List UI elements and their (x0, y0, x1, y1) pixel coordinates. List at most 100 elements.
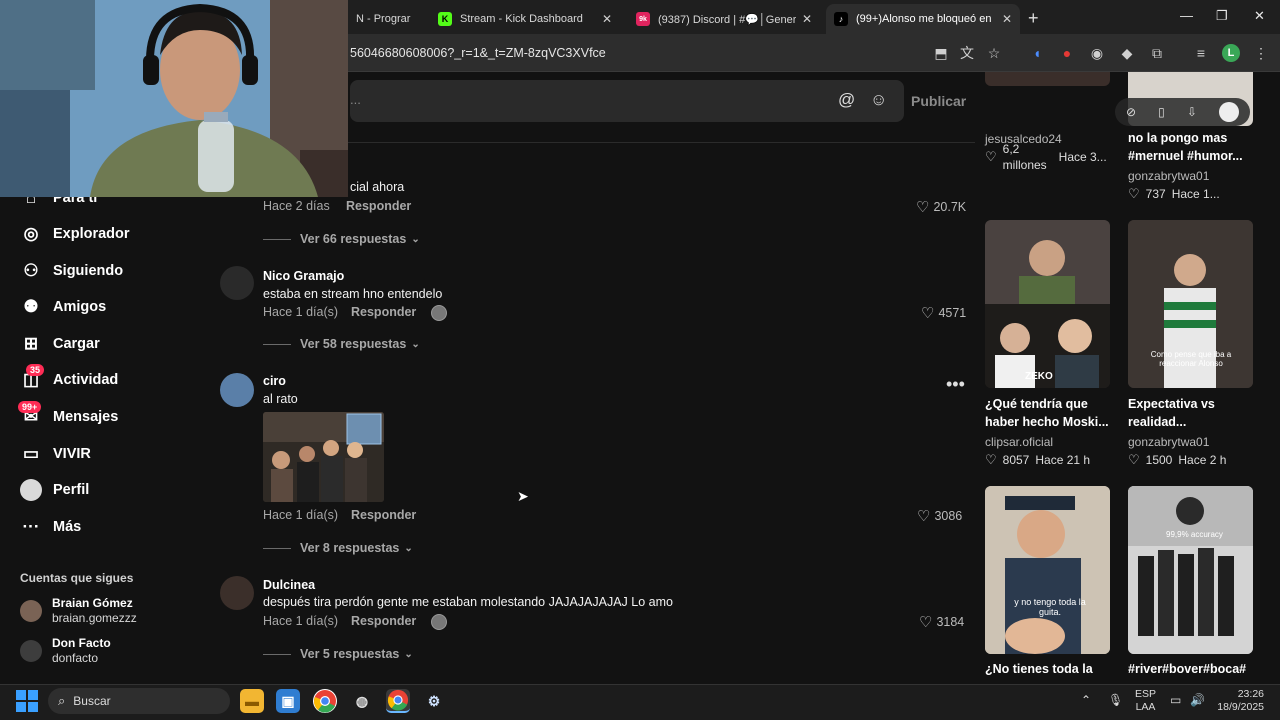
video-title[interactable]: #river#bover#boca# (1128, 660, 1263, 678)
like-count: 4571 (938, 306, 967, 320)
reply-button[interactable]: Responder (351, 508, 416, 522)
view-replies-button[interactable]: Ver 66 respuestas ⌄ (263, 232, 420, 246)
media-control-icon[interactable]: ≡ (1192, 44, 1210, 62)
like-button[interactable]: ♡ 4571 (921, 304, 966, 322)
nav-item-explorador[interactable]: ◎ Explorador (20, 220, 130, 248)
like-button[interactable]: ♡ 3086 (917, 507, 962, 525)
extensions-puzzle-icon[interactable]: ⧉ (1148, 44, 1166, 62)
view-replies-button[interactable]: Ver 8 respuestas ⌄ (263, 541, 413, 555)
reply-button[interactable]: Responder (351, 614, 416, 628)
tab-discord[interactable]: 9k (9387) Discord | #💬│General ✕ (628, 4, 820, 34)
close-tab-icon[interactable]: ✕ (802, 12, 812, 26)
video-thumbnail[interactable]: ZEKO (985, 220, 1110, 388)
new-tab-button[interactable]: + (1028, 8, 1039, 29)
nav-item-vivir[interactable]: ▭ VIVIR (20, 440, 91, 468)
nav-item-siguiendo[interactable]: ⚇ Siguiendo (20, 257, 123, 285)
taskbar-search[interactable]: ⌕ Buscar (48, 688, 230, 714)
steam-icon[interactable]: ⚙ (422, 689, 446, 713)
comment-photo[interactable] (263, 412, 384, 502)
nav-item-perfil[interactable]: Perfil (20, 476, 89, 504)
install-app-icon[interactable]: ⬒ (932, 44, 950, 62)
following-account[interactable]: Don Facto donfacto (20, 634, 111, 668)
extension-icon[interactable]: ◆ (1118, 44, 1136, 62)
following-account[interactable]: Braian Gómez braian.gomezzz (20, 594, 137, 628)
video-title[interactable]: Expectativa vs realidad... (1128, 395, 1263, 431)
network-icon[interactable]: ▭ (1170, 693, 1181, 707)
chrome-menu-icon[interactable]: ⋮ (1252, 44, 1270, 62)
comment-author[interactable]: Nico Gramajo (263, 269, 344, 283)
download-icon[interactable]: ⇩ (1187, 105, 1197, 119)
view-replies-label: Ver 58 respuestas (300, 337, 407, 351)
comment-author[interactable]: Dulcinea (263, 578, 315, 592)
link-icon[interactable]: ⊘ (1126, 105, 1136, 119)
tab-kick-dashboard[interactable]: K Stream - Kick Dashboard ✕ (430, 4, 620, 34)
photos-app-icon[interactable]: ▣ (276, 689, 300, 713)
address-bar-url[interactable]: 56046680608006?_r=1&_t=ZM-8zqVC3XVfce (350, 46, 606, 60)
nav-item-cargar[interactable]: ⊞ Cargar (20, 330, 100, 358)
tray-chevron-up-icon[interactable]: ⌃ (1081, 693, 1091, 707)
bookmark-star-icon[interactable]: ☆ (985, 44, 1003, 62)
volume-icon[interactable]: 🔊 (1190, 693, 1205, 707)
profile-avatar[interactable]: L (1222, 44, 1240, 62)
like-button[interactable]: ♡ 3184 (919, 613, 964, 631)
reply-button[interactable]: Responder (346, 199, 411, 213)
heart-icon: ♡ (1128, 186, 1140, 201)
extension-icon[interactable]: ◖ (1028, 44, 1046, 62)
minimize-icon[interactable]: — (1180, 8, 1193, 23)
video-thumbnail[interactable] (985, 72, 1110, 86)
extension-icon[interactable]: ● (1058, 44, 1076, 62)
extension-icon[interactable]: ◉ (1088, 44, 1106, 62)
video-user[interactable]: gonzabrytwa01 (1128, 435, 1209, 449)
chrome-active-icon[interactable] (386, 689, 410, 713)
avatar[interactable] (220, 373, 254, 407)
video-user[interactable]: clipsar.oficial (985, 435, 1053, 449)
nav-item-mas[interactable]: ··· Más (20, 513, 82, 541)
translate-icon[interactable]: 文 (958, 44, 976, 62)
view-replies-button[interactable]: Ver 58 respuestas ⌄ (263, 337, 420, 351)
reply-button[interactable]: Responder (351, 305, 416, 319)
view-replies-button[interactable]: Ver 5 respuestas ⌄ (263, 647, 413, 661)
phone-icon[interactable]: ▯ (1158, 105, 1165, 119)
video-title[interactable]: no la pongo mas #mernuel #humor... (1128, 129, 1263, 165)
windows-start-icon[interactable] (16, 690, 38, 712)
video-title[interactable]: ¿Qué tendría que haber hecho Moski... (985, 395, 1120, 431)
close-tab-icon[interactable]: ✕ (602, 12, 612, 26)
nav-item-actividad[interactable]: ◫ Actividad 35 (20, 364, 118, 394)
tab-programming[interactable]: N - Prograr (348, 4, 428, 34)
comment-author[interactable]: ciro (263, 374, 286, 388)
close-tab-icon[interactable]: ✕ (1002, 12, 1012, 26)
microphone-icon[interactable]: 🎙 (1108, 693, 1123, 707)
like-button[interactable]: ♡ 20.7K (916, 198, 966, 216)
nav-item-amigos[interactable]: ⚉ Amigos (20, 293, 106, 321)
tab-tiktok-active[interactable]: ♪ (99+)Alonso me bloqueó en Ti ✕ (826, 4, 1020, 34)
avatar[interactable] (220, 266, 254, 300)
chrome-icon[interactable] (313, 689, 337, 713)
chevron-down-icon: ⌄ (411, 233, 420, 245)
video-thumbnail[interactable]: Como pense que iba a reaccionar Alonso (1128, 220, 1253, 388)
more-options-icon[interactable]: ••• (946, 374, 965, 395)
avatar[interactable] (1218, 102, 1239, 122)
tab-label: N - Prograr (356, 13, 411, 25)
account-handle: donfacto (52, 651, 99, 665)
clock[interactable]: 23:26 18/9/2025 (1214, 688, 1264, 714)
file-explorer-icon[interactable]: ▬ (240, 689, 264, 713)
avatar (20, 640, 42, 662)
video-user[interactable]: gonzabrytwa01 (1128, 169, 1209, 183)
avatar[interactable] (220, 576, 254, 610)
nav-label: Más (53, 519, 82, 535)
close-window-icon[interactable]: ✕ (1254, 8, 1265, 24)
video-thumbnail[interactable]: y no tengo toda la guita. (985, 486, 1110, 654)
language-indicator[interactable]: ESP LAA (1135, 688, 1156, 714)
maximize-icon[interactable]: ❐ (1216, 8, 1228, 24)
heart-icon: ♡ (1128, 452, 1140, 467)
video-title[interactable]: ¿No tienes toda la (985, 660, 1120, 678)
nav-item-mensajes[interactable]: ✉ Mensajes 99+ (18, 401, 118, 431)
friends-icon: ⚉ (23, 297, 39, 316)
obs-app-icon[interactable]: ◍ (350, 689, 374, 713)
divider (263, 653, 291, 655)
mention-icon[interactable]: @ (838, 90, 855, 110)
emoji-icon[interactable]: ☺ (870, 90, 887, 110)
comment-input[interactable]: ... (350, 80, 904, 122)
video-thumbnail[interactable]: 99,9% accuracy (1128, 486, 1253, 654)
publish-button[interactable]: Publicar (911, 93, 966, 109)
